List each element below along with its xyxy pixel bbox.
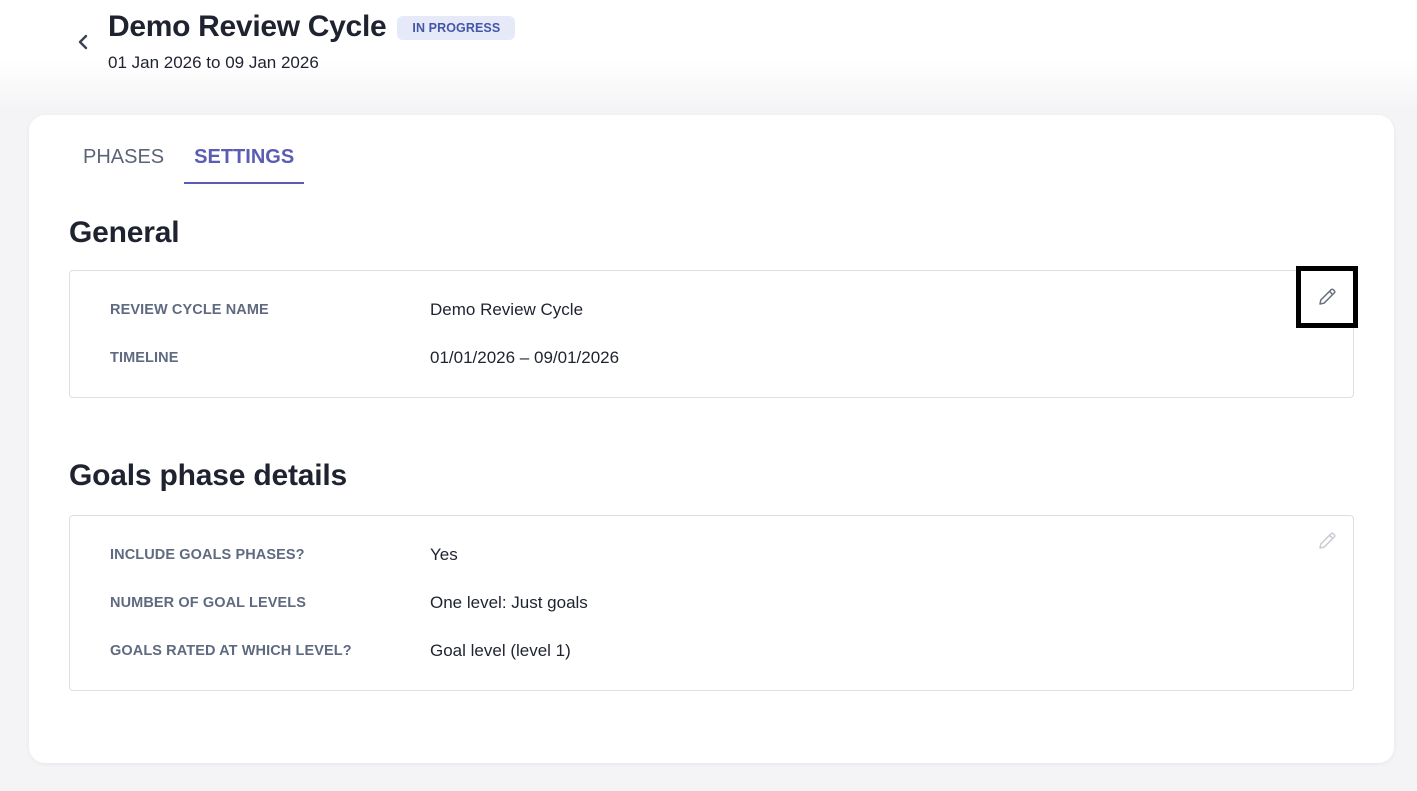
pencil-icon: [1319, 532, 1336, 549]
include-goals-label: INCLUDE GOALS PHASES?: [110, 547, 305, 563]
title-row: Demo Review Cycle IN PROGRESS: [108, 10, 516, 44]
review-cycle-name-value: Demo Review Cycle: [430, 300, 584, 319]
pencil-icon: [1319, 288, 1336, 305]
goals-section-title: Goals phase details: [69, 459, 347, 492]
tab-bar: PHASES SETTINGS: [73, 141, 314, 184]
settings-card: PHASES SETTINGS General REVIEW CYCLE NAM…: [29, 115, 1394, 763]
include-goals-value: Yes: [430, 545, 458, 564]
timeline-label: TIMELINE: [110, 350, 179, 366]
page-title: Demo Review Cycle: [108, 10, 387, 43]
general-row: REVIEW CYCLE NAME Demo Review Cycle: [110, 298, 583, 322]
tab-phases[interactable]: PHASES: [73, 141, 174, 184]
general-row: TIMELINE 01/01/2026 – 09/01/2026: [110, 346, 619, 370]
general-section-title: General: [69, 216, 180, 249]
chevron-left-icon: [78, 34, 88, 50]
goal-levels-value: One level: Just goals: [430, 593, 588, 612]
rated-level-value: Goal level (level 1): [430, 641, 571, 660]
back-button[interactable]: [72, 30, 94, 54]
tab-settings[interactable]: SETTINGS: [184, 141, 305, 184]
review-cycle-name-label: REVIEW CYCLE NAME: [110, 302, 269, 318]
goals-panel: INCLUDE GOALS PHASES? Yes NUMBER OF GOAL…: [69, 515, 1354, 691]
date-range: 01 Jan 2026 to 09 Jan 2026: [108, 53, 319, 72]
goals-row: GOALS RATED AT WHICH LEVEL? Goal level (…: [110, 639, 571, 663]
timeline-value: 01/01/2026 – 09/01/2026: [430, 348, 620, 367]
goal-levels-label: NUMBER OF GOAL LEVELS: [110, 595, 306, 611]
edit-general-button[interactable]: [1296, 266, 1358, 328]
edit-goals-button[interactable]: [1307, 521, 1347, 561]
goals-row: INCLUDE GOALS PHASES? Yes: [110, 543, 458, 567]
rated-level-label: GOALS RATED AT WHICH LEVEL?: [110, 643, 352, 659]
status-badge: IN PROGRESS: [397, 16, 516, 40]
goals-row: NUMBER OF GOAL LEVELS One level: Just go…: [110, 591, 588, 615]
page-header: Demo Review Cycle IN PROGRESS 01 Jan 202…: [0, 0, 1417, 110]
general-panel: REVIEW CYCLE NAME Demo Review Cycle TIME…: [69, 266, 1358, 398]
